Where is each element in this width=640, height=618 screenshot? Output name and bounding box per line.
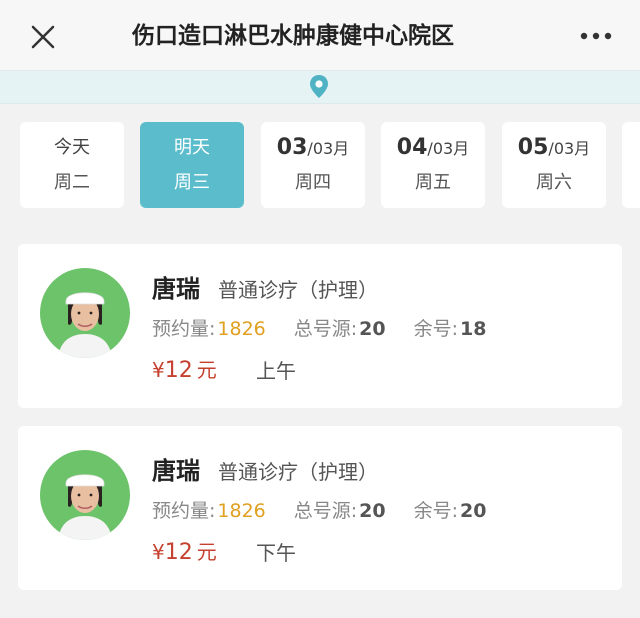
doctor-card-morning[interactable]: 唐瑞 普通诊疗（护理） 预约量: 1826 总号源: 20 余号: 18 ¥12 元 上午: [18, 244, 622, 408]
total-count: 20: [359, 318, 386, 340]
time-period: 下午: [256, 541, 296, 565]
date-05-03[interactable]: 05/03月 周六: [502, 122, 606, 208]
weekday-label: 周六: [536, 172, 572, 193]
total-label: 总号源:: [293, 318, 358, 340]
day-number: 05: [517, 135, 549, 160]
close-icon[interactable]: [26, 20, 60, 54]
stats-row: 预约量: 1826 总号源: 20 余号: 18: [152, 316, 486, 342]
price: ¥12 元: [152, 356, 217, 385]
weekday-label: 周四: [295, 172, 331, 193]
booked-label: 预约量:: [152, 500, 216, 522]
remaining-count: 18: [460, 318, 487, 340]
location-bar: [0, 70, 640, 104]
booked-count: 1826: [217, 318, 266, 340]
avatar: [40, 450, 130, 540]
department-label: 普通诊疗（护理）: [218, 278, 378, 302]
currency-symbol: ¥: [152, 358, 165, 382]
remaining-label: 余号:: [413, 318, 459, 340]
date-tomorrow[interactable]: 明天 周三: [140, 122, 244, 208]
location-pin-icon[interactable]: [308, 74, 330, 100]
booked-count: 1826: [217, 500, 266, 522]
remaining-label: 余号:: [413, 500, 459, 522]
price-unit: 元: [196, 358, 217, 382]
weekday-label: 周二: [54, 172, 90, 193]
title-bar: 伤口造口淋巴水肿康健中心院区: [0, 0, 640, 70]
stats-row: 预约量: 1826 总号源: 20 余号: 20: [152, 498, 486, 524]
price-value: 12: [164, 540, 193, 565]
weekday-label: 周五: [415, 172, 451, 193]
price-value: 12: [164, 358, 193, 383]
total-count: 20: [359, 500, 386, 522]
date-today[interactable]: 今天 周二: [20, 122, 124, 208]
day-number: 03: [276, 135, 308, 160]
department-label: 普通诊疗（护理）: [218, 460, 378, 484]
month-label: /03月: [307, 139, 350, 158]
weekday-label: 周三: [174, 172, 210, 193]
date-label: 明天: [174, 137, 210, 158]
currency-symbol: ¥: [152, 540, 165, 564]
total-label: 总号源:: [293, 500, 358, 522]
date-label: 今天: [54, 137, 90, 158]
page-title: 伤口造口淋巴水肿康健中心院区: [132, 16, 522, 56]
avatar: [40, 268, 130, 358]
more-icon[interactable]: [572, 22, 620, 50]
date-04-03[interactable]: 04/03月 周五: [381, 122, 485, 208]
price-unit: 元: [196, 540, 217, 564]
date-03-03[interactable]: 03/03月 周四: [261, 122, 365, 208]
remaining-count: 20: [460, 500, 487, 522]
date-next-partial[interactable]: [622, 122, 640, 208]
price: ¥12 元: [152, 538, 217, 567]
booked-label: 预约量:: [152, 318, 216, 340]
doctor-name: 唐瑞: [152, 457, 200, 485]
time-period: 上午: [256, 359, 296, 383]
doctor-card-afternoon[interactable]: 唐瑞 普通诊疗（护理） 预约量: 1826 总号源: 20 余号: 20 ¥12 元 下午: [18, 426, 622, 590]
day-number: 04: [396, 135, 428, 160]
date-selector: 今天 周二 明天 周三 03/03月 周四 04/03月 周五 05/03月 周…: [0, 104, 640, 228]
month-label: /03月: [427, 139, 470, 158]
doctor-name: 唐瑞: [152, 275, 200, 303]
month-label: /03月: [548, 139, 591, 158]
